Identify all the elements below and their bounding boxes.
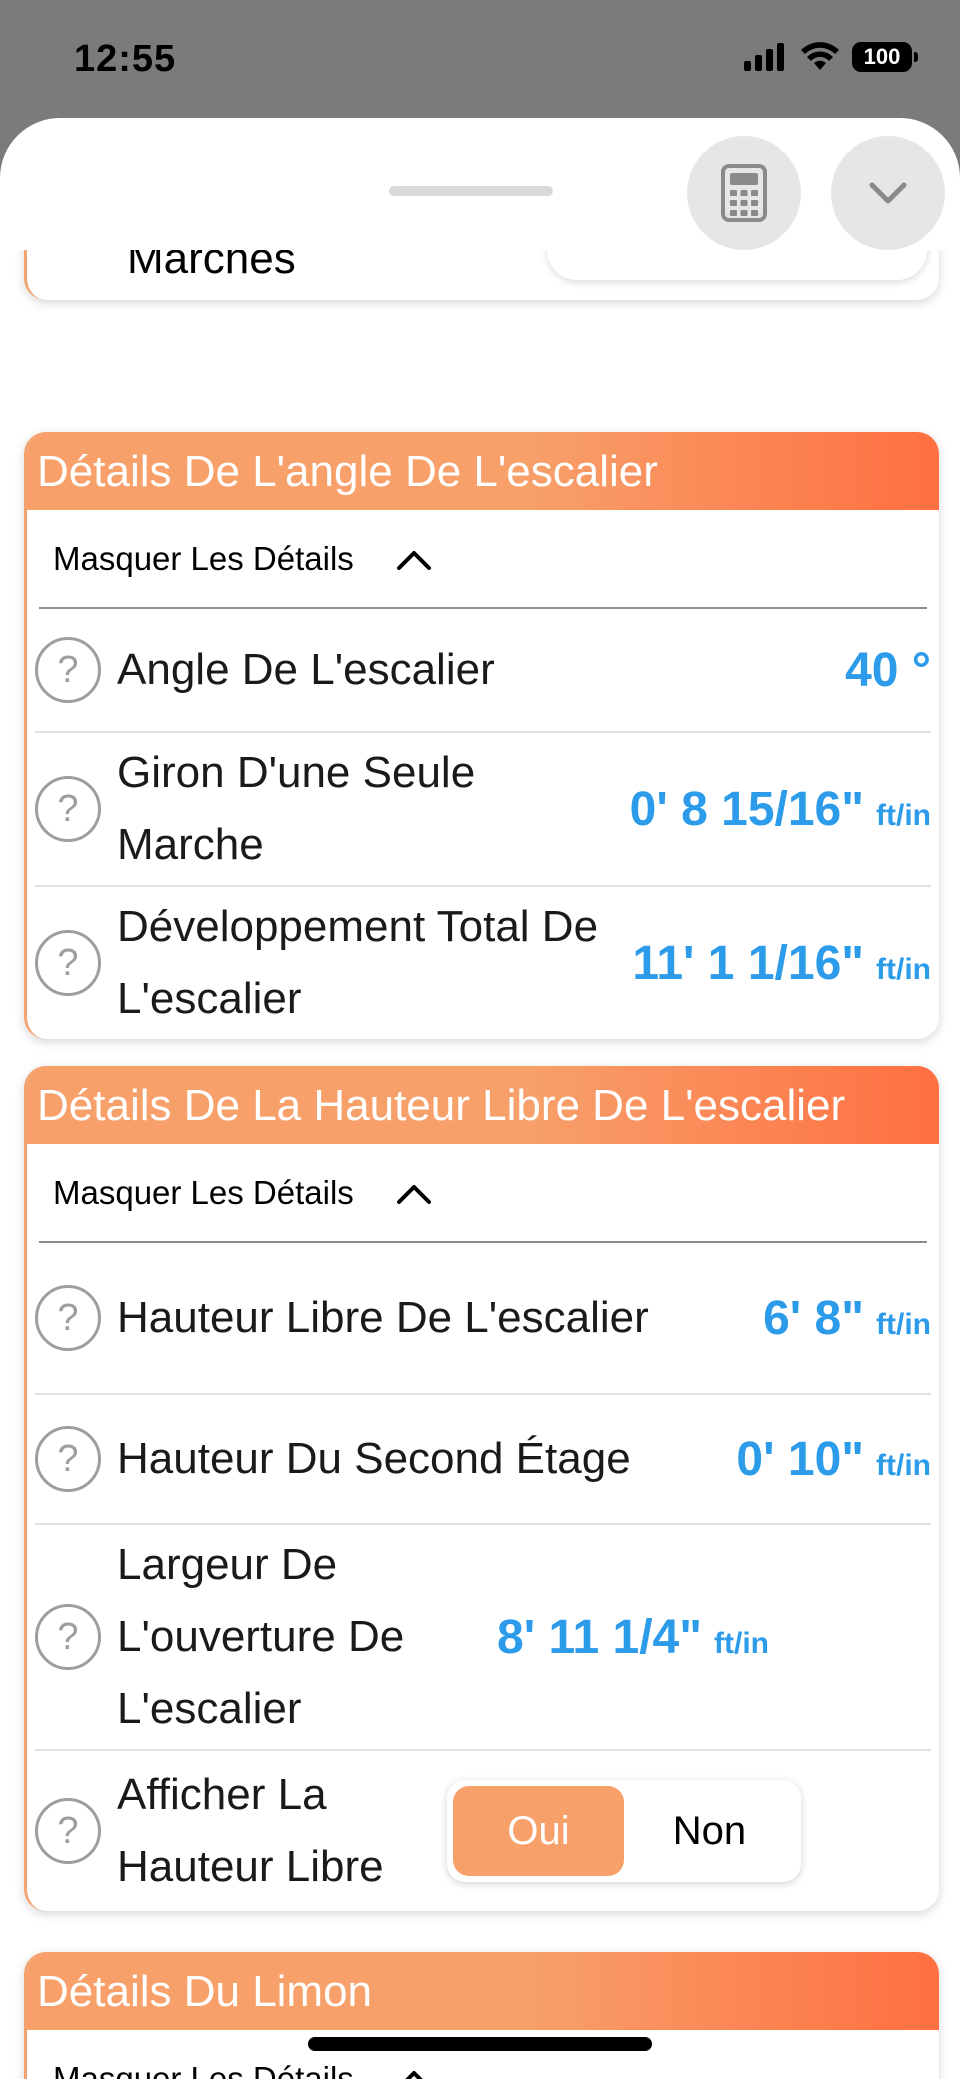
previous-card: Marches bbox=[24, 250, 939, 300]
status-bar: 12:55 100 bbox=[0, 0, 960, 120]
no-option[interactable]: Non bbox=[624, 1786, 795, 1876]
row-label: Hauteur Du Second Étage bbox=[117, 1434, 631, 1483]
row-value: 0' 8 15/16" ft/in bbox=[629, 782, 931, 836]
status-time: 12:55 bbox=[74, 38, 177, 80]
row-unit: ft/in bbox=[876, 798, 931, 832]
wifi-icon bbox=[801, 42, 839, 70]
previous-row-label: Marches bbox=[127, 250, 296, 283]
row-label: Hauteur Libre De L'escalier bbox=[117, 1293, 649, 1342]
help-icon[interactable]: ? bbox=[35, 930, 101, 996]
sheet-content[interactable]: Marches Détails De L'angle De L'escalier… bbox=[0, 250, 960, 2079]
battery-level: 100 bbox=[863, 44, 901, 69]
collapse-button[interactable] bbox=[831, 136, 945, 250]
chevron-up-icon bbox=[404, 2070, 424, 2079]
second-floor-height-row: ? Hauteur Du Second Étage 0' 10" ft/in bbox=[35, 1395, 931, 1525]
help-icon[interactable]: ? bbox=[35, 1798, 101, 1864]
row-value: 11' 1 1/16" ft/in bbox=[632, 936, 931, 990]
headroom-details-card: Détails De La Hauteur Libre De L'escalie… bbox=[24, 1066, 939, 1911]
row-label: Développement Total De L'escalier bbox=[117, 902, 599, 1023]
home-indicator bbox=[308, 2037, 652, 2051]
yes-option[interactable]: Oui bbox=[453, 1786, 624, 1876]
row-label: Angle De L'escalier bbox=[117, 645, 495, 694]
row-label: Afficher La Hauteur Libre bbox=[117, 1770, 384, 1891]
hide-details-label: Masquer Les Détails bbox=[53, 1173, 354, 1211]
help-icon[interactable]: ? bbox=[35, 1285, 101, 1351]
stringer-details-title: Détails Du Limon bbox=[27, 1952, 939, 2030]
row-label: Giron D'une Seule Marche bbox=[117, 748, 476, 869]
hide-details-label: Masquer Les Détails bbox=[53, 2059, 354, 2079]
tread-depth-row: ? Giron D'une Seule Marche 0' 8 15/16" ft… bbox=[35, 733, 931, 887]
row-value: 40 ° bbox=[845, 643, 931, 697]
row-value: 6' 8" ft/in bbox=[763, 1291, 931, 1345]
row-value: 0' 10" ft/in bbox=[736, 1432, 931, 1486]
row-label: Largeur De L'ouverture De L'escalier bbox=[117, 1540, 405, 1733]
row-value: 8' 11 1/4" ft/in bbox=[497, 1610, 769, 1664]
row-unit: ft/in bbox=[876, 1307, 931, 1341]
previous-row-input[interactable] bbox=[547, 250, 927, 280]
chevron-down-icon bbox=[869, 182, 907, 204]
chevron-up-icon bbox=[396, 1184, 431, 1204]
sheet-grabber[interactable] bbox=[389, 186, 553, 196]
help-icon[interactable]: ? bbox=[35, 776, 101, 842]
headroom-hide-details-toggle[interactable]: Masquer Les Détails bbox=[39, 1144, 927, 1243]
signal-icon bbox=[744, 43, 784, 71]
calculator-button[interactable] bbox=[687, 136, 801, 250]
help-icon[interactable]: ? bbox=[35, 1604, 101, 1670]
headroom-row: ? Hauteur Libre De L'escalier 6' 8" ft/in bbox=[35, 1243, 931, 1395]
calculator-icon bbox=[721, 164, 767, 222]
angle-details-title: Détails De L'angle De L'escalier bbox=[27, 432, 939, 510]
help-icon[interactable]: ? bbox=[35, 1426, 101, 1492]
row-unit: ft/in bbox=[876, 952, 931, 986]
total-run-row: ? Développement Total De L'escalier 11' … bbox=[35, 887, 931, 1039]
angle-details-card: Détails De L'angle De L'escalier Masquer… bbox=[24, 432, 939, 1039]
row-unit: ft/in bbox=[714, 1626, 769, 1660]
status-icons: 100 bbox=[744, 42, 918, 72]
bottom-sheet: Marches Détails De L'angle De L'escalier… bbox=[0, 118, 960, 2079]
angle-hide-details-toggle[interactable]: Masquer Les Détails bbox=[39, 510, 927, 609]
stair-opening-width-row: ? Largeur De L'ouverture De L'escalier 8… bbox=[35, 1525, 931, 1751]
chevron-up-icon bbox=[396, 550, 431, 570]
help-icon[interactable]: ? bbox=[35, 637, 101, 703]
battery-icon: 100 bbox=[852, 42, 918, 72]
hide-details-label: Masquer Les Détails bbox=[53, 539, 354, 577]
row-unit: ft/in bbox=[876, 1448, 931, 1482]
stair-angle-row: ? Angle De L'escalier 40 ° bbox=[35, 609, 931, 733]
show-headroom-toggle[interactable]: Oui Non bbox=[447, 1780, 801, 1882]
show-headroom-row: ? Afficher La Hauteur Libre Oui Non bbox=[35, 1751, 931, 1911]
stringer-details-card: Détails Du Limon Masquer Les Détails bbox=[24, 1952, 939, 2079]
headroom-details-title: Détails De La Hauteur Libre De L'escalie… bbox=[27, 1066, 939, 1144]
